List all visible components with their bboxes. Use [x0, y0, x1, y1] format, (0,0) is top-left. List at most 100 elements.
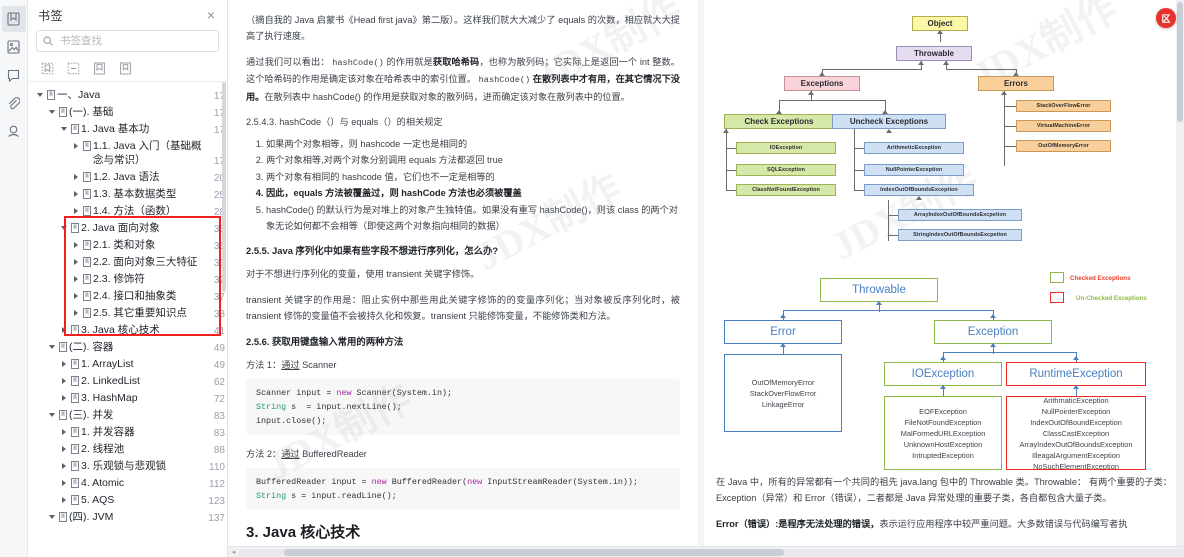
rail-comment-icon[interactable]: [2, 62, 26, 88]
diagram-node-label: Exception: [967, 326, 1019, 338]
bookmark-tree-item[interactable]: 2.5. 其它重要知识点 38: [28, 304, 227, 321]
diagram-node-sqlexception: SQLException: [736, 164, 836, 176]
chevron-right-icon[interactable]: [58, 373, 69, 388]
bookmark-tree-item[interactable]: 2.2. 面向对象三大特征 36: [28, 253, 227, 270]
bookmark-tree-item[interactable]: 1.1. Java 入门（基础概念与常识） 17: [28, 137, 227, 168]
bookmark-tree-item[interactable]: 2. Java 面向对象 35: [28, 219, 227, 236]
text-run: BufferedReader: [299, 448, 367, 459]
chevron-down-icon[interactable]: [46, 339, 57, 354]
diagram-arrow: [940, 356, 946, 360]
diagram-node-label: RuntimeException: [1029, 368, 1123, 380]
chevron-right-icon[interactable]: [58, 475, 69, 490]
chevron-right-icon[interactable]: [70, 254, 81, 269]
chevron-down-icon[interactable]: [58, 121, 69, 136]
rail-attachment-icon[interactable]: [2, 90, 26, 116]
bookmark-item-label: 2. Java 面向对象: [81, 222, 160, 234]
vertical-scroll-thumb[interactable]: [1177, 2, 1183, 122]
document-viewer: 区 JDX制作 JDX制作 JDX制作 （摘自我的 Java 启蒙书《Head …: [228, 0, 1184, 557]
diagram-io-leaves: EOFException FileNotFoundException MalForm…: [884, 396, 1002, 470]
remove-bookmark-icon[interactable]: [66, 61, 81, 76]
horizontal-scroll-thumb[interactable]: [284, 548, 784, 556]
bookmark-item-label: 1.2. Java 语法: [93, 171, 160, 183]
chevron-right-icon[interactable]: [58, 424, 69, 439]
bookmark-tree-item[interactable]: (二). 容器 49: [28, 338, 227, 355]
bookmark-tree-item[interactable]: 1. 并发容器 83: [28, 423, 227, 440]
floating-action-badge[interactable]: 区: [1156, 8, 1176, 28]
edit-bookmark-icon[interactable]: [92, 61, 107, 76]
chevron-right-icon[interactable]: [58, 492, 69, 507]
bookmark-node-icon: [69, 322, 81, 337]
diagram-leaf-label: EOFException: [919, 406, 967, 416]
scroll-left-icon[interactable]: ◂: [228, 548, 239, 556]
text-run-bold: 获取哈希码: [432, 56, 480, 67]
bookmark-tree-item[interactable]: 一、Java 17: [28, 86, 227, 103]
code-text: Scanner input =: [256, 387, 337, 398]
chevron-right-icon[interactable]: [70, 203, 81, 218]
bookmark-tree-item[interactable]: 3. HashMap 72: [28, 389, 227, 406]
bookmark-tree-item[interactable]: (三). 并发 83: [28, 406, 227, 423]
chevron-right-icon[interactable]: [58, 356, 69, 371]
bookmark-node-icon: [69, 390, 81, 405]
diagram-node-label: ClassNotFoundException: [752, 187, 820, 193]
goto-bookmark-icon[interactable]: [118, 61, 133, 76]
bookmark-tree-item[interactable]: 2. 线程池 88: [28, 440, 227, 457]
bookmark-search-box[interactable]: [36, 30, 219, 52]
bookmark-tree-item[interactable]: 1.3. 基本数据类型 25: [28, 185, 227, 202]
legend-label: Un-Checked Exceptions: [1076, 295, 1147, 302]
chevron-right-icon[interactable]: [70, 271, 81, 286]
diagram-node-label: SQLException: [766, 167, 806, 173]
rail-bookmark-icon[interactable]: [1, 6, 26, 32]
bookmark-tree-item[interactable]: 2.1. 类和对象 35: [28, 236, 227, 253]
code-text: Scanner(System.in);: [351, 387, 453, 398]
bookmark-tree-item[interactable]: 1. Java 基本功 17: [28, 120, 227, 137]
chevron-right-icon[interactable]: [58, 441, 69, 456]
bookmark-item-label: 2.3. 修饰符: [93, 273, 145, 285]
bookmark-tree-item[interactable]: 2.4. 接口和抽象类 37: [28, 287, 227, 304]
bookmark-tree-item[interactable]: (四). JVM 137: [28, 508, 227, 525]
chevron-right-icon[interactable]: [70, 169, 81, 184]
chevron-right-icon[interactable]: [58, 390, 69, 405]
bookmark-panel-header: 书签 ×: [28, 0, 227, 30]
rail-signature-icon[interactable]: [2, 118, 26, 144]
bookmark-tree-item[interactable]: 3. Java 核心技术 41: [28, 321, 227, 338]
horizontal-scrollbar[interactable]: ◂: [228, 546, 1184, 557]
chevron-right-icon[interactable]: [70, 288, 81, 303]
horizontal-scroll-track[interactable]: [239, 548, 1184, 556]
code-keyword: new: [371, 476, 387, 487]
chevron-right-icon[interactable]: [70, 305, 81, 320]
bookmark-tree-item[interactable]: 2. LinkedList 62: [28, 372, 227, 389]
chevron-right-icon[interactable]: [58, 458, 69, 473]
bookmark-tree[interactable]: 一、Java 17 (一). 基础 17 1. Java 基本功 17 1.1. Java …: [28, 82, 227, 557]
bookmark-tree-item[interactable]: 1.4. 方法（函数） 28: [28, 202, 227, 219]
chevron-down-icon[interactable]: [58, 220, 69, 235]
chevron-right-icon[interactable]: [58, 322, 69, 337]
close-icon[interactable]: ×: [203, 7, 219, 23]
chevron-right-icon[interactable]: [70, 138, 81, 153]
chevron-down-icon[interactable]: [46, 104, 57, 119]
chevron-down-icon[interactable]: [46, 407, 57, 422]
chevron-right-icon[interactable]: [70, 237, 81, 252]
bookmark-tree-item[interactable]: 4. Atomic 112: [28, 474, 227, 491]
diagram-arrow: [808, 91, 814, 95]
rail-thumbnail-icon[interactable]: [2, 34, 26, 60]
legend-swatch: [1050, 272, 1064, 283]
bookmark-item-label: 2.5. 其它重要知识点: [93, 307, 187, 319]
chevron-right-icon[interactable]: [70, 186, 81, 201]
bookmark-scrollbar[interactable]: [222, 82, 226, 542]
bookmark-tree-item[interactable]: 2.3. 修饰符 37: [28, 270, 227, 287]
bookmark-tree-item[interactable]: 5. AQS 123: [28, 491, 227, 508]
bookmark-tree-item[interactable]: 3. 乐观锁与悲观锁 110: [28, 457, 227, 474]
bookmark-tree-item[interactable]: 1.2. Java 语法 20: [28, 168, 227, 185]
bookmark-tree-item[interactable]: (一). 基础 17: [28, 103, 227, 120]
chevron-down-icon[interactable]: [46, 509, 57, 524]
diagram-arrow: [723, 129, 729, 133]
diagram-leaf-label: LinkageError: [761, 399, 805, 409]
bookmark-tree-item[interactable]: 1. ArrayList 49: [28, 355, 227, 372]
bookmark-item-label: (一). 基础: [69, 106, 114, 118]
vertical-scrollbar[interactable]: [1176, 0, 1184, 546]
chevron-down-icon[interactable]: [34, 87, 45, 102]
bookmark-search-input[interactable]: [58, 34, 212, 48]
add-bookmark-icon[interactable]: [40, 61, 55, 76]
bookmark-panel-title: 书签: [38, 8, 64, 23]
bookmark-scrollbar-thumb[interactable]: [222, 82, 226, 292]
